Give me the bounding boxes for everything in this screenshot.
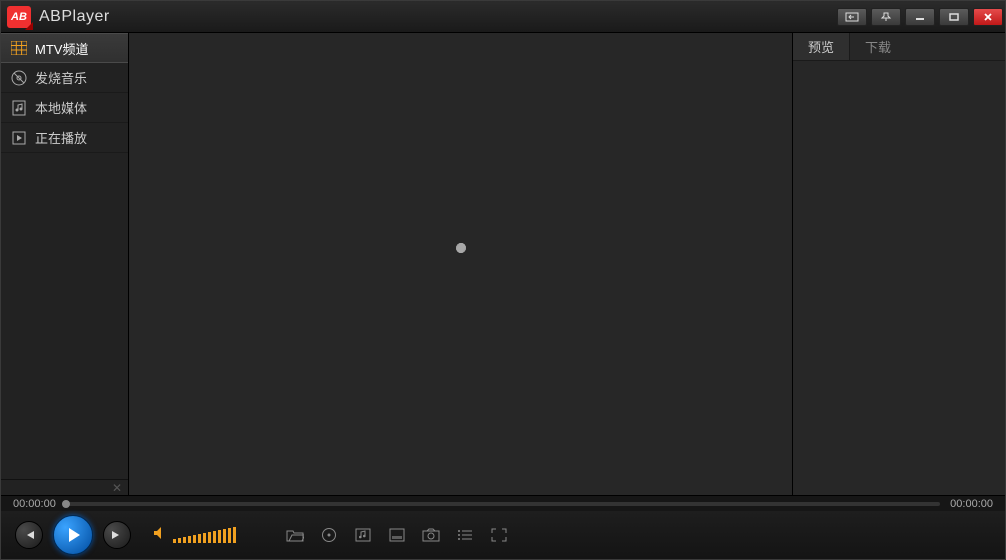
video-viewport[interactable] (129, 33, 793, 495)
play-box-icon (11, 130, 27, 146)
current-time-label: 00:00:00 (13, 498, 56, 510)
audio-track-button[interactable] (354, 527, 372, 543)
pin-button[interactable] (871, 8, 901, 26)
music-file-icon (11, 100, 27, 116)
app-title: ABPlayer (39, 8, 110, 26)
minimize-button[interactable] (905, 8, 935, 26)
loading-spinner-icon (444, 247, 478, 281)
sidebar-item-label: MTV频道 (35, 39, 88, 58)
sidebar-item-label: 正在播放 (35, 128, 87, 147)
previous-button[interactable] (15, 521, 43, 549)
title-bar[interactable]: ABPlayer (1, 1, 1005, 33)
maximize-button[interactable] (939, 8, 969, 26)
app-window: ABPlayer (0, 0, 1006, 560)
play-button[interactable] (53, 515, 93, 555)
sidebar-item-fever-music[interactable]: 发烧音乐 (1, 63, 128, 93)
open-file-button[interactable] (286, 527, 304, 543)
snapshot-button[interactable] (422, 527, 440, 543)
compact-mode-button[interactable] (837, 8, 867, 26)
seek-slider[interactable] (66, 502, 940, 506)
disc-button[interactable] (320, 527, 338, 543)
tab-download[interactable]: 下载 (850, 33, 906, 60)
extra-tools (286, 527, 508, 543)
disc-icon (11, 70, 27, 86)
volume-level-bars[interactable] (173, 527, 236, 543)
progress-bar-row: 00:00:00 00:00:00 (1, 495, 1005, 511)
sidebar-item-label: 本地媒体 (35, 98, 87, 117)
seek-thumb[interactable] (62, 500, 70, 508)
window-controls (837, 8, 1003, 26)
app-logo (7, 6, 31, 28)
right-panel-body (793, 61, 1005, 495)
control-bar (1, 511, 1005, 559)
next-button[interactable] (103, 521, 131, 549)
fullscreen-button[interactable] (490, 527, 508, 543)
sidebar-item-now-playing[interactable]: 正在播放 (1, 123, 128, 153)
right-panel: 预览 下载 (793, 33, 1005, 495)
sidebar-item-mtv-channel[interactable]: MTV频道 (1, 33, 128, 63)
sidebar-collapse-button[interactable]: ✕ (1, 479, 128, 495)
content-area: MTV频道 发烧音乐 本地媒体 正在播放 ✕ (1, 33, 1005, 495)
volume-control[interactable] (153, 526, 236, 545)
tab-preview[interactable]: 预览 (793, 33, 849, 60)
sidebar: MTV频道 发烧音乐 本地媒体 正在播放 ✕ (1, 33, 129, 495)
subtitle-button[interactable] (388, 527, 406, 543)
sidebar-item-local-media[interactable]: 本地媒体 (1, 93, 128, 123)
close-button[interactable] (973, 8, 1003, 26)
sidebar-item-label: 发烧音乐 (35, 68, 87, 87)
grid-icon (11, 40, 27, 56)
right-panel-tabs: 预览 下载 (793, 33, 1005, 61)
playlist-button[interactable] (456, 527, 474, 543)
speaker-icon[interactable] (153, 526, 169, 545)
total-time-label: 00:00:00 (950, 498, 993, 510)
